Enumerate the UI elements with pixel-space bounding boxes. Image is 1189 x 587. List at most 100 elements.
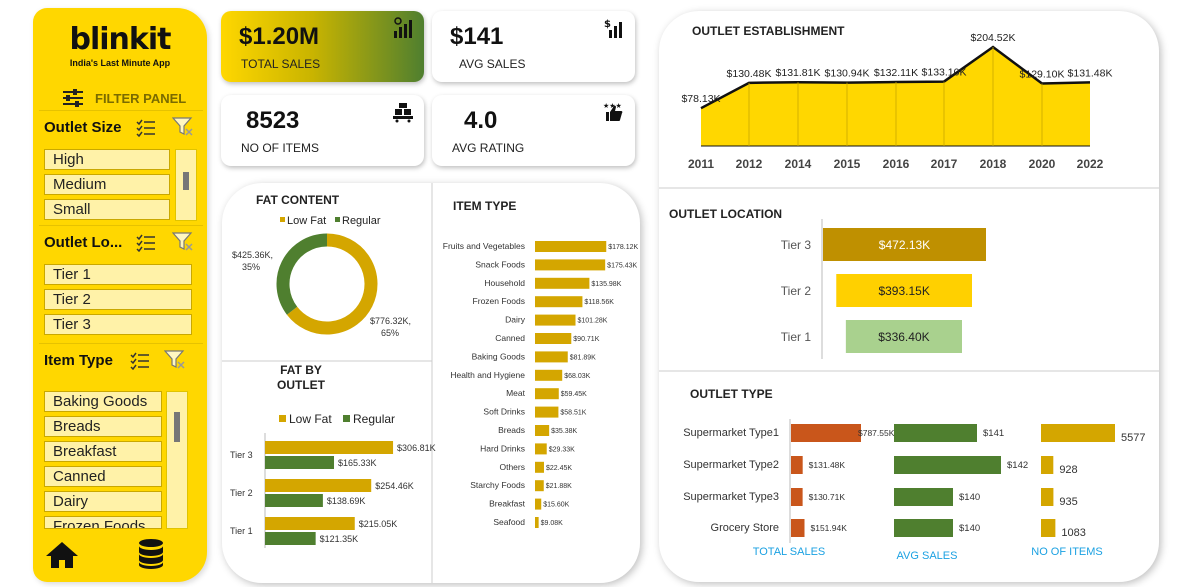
slicer-item-tier2[interactable]: Tier 2: [44, 289, 192, 310]
multi-select-icon[interactable]: [136, 119, 156, 137]
data-label: $130.48K: [727, 68, 772, 80]
category-label: Health and Hygiene: [450, 370, 525, 380]
scrollbar[interactable]: [175, 149, 197, 221]
kpi-value: 4.0: [464, 107, 498, 134]
row-label: Supermarket Type3: [683, 491, 779, 503]
bar-label: $90.71K: [573, 336, 599, 343]
category-label: Fruits and Vegetables: [443, 241, 525, 251]
x-tick-label: 2016: [883, 157, 910, 171]
bar-label: $81.89K: [570, 354, 596, 361]
category-label: Household: [484, 278, 525, 288]
scrollbar[interactable]: [166, 391, 188, 529]
slicer-item-baking-goods[interactable]: Baking Goods: [44, 391, 162, 412]
category-label: Tier 3: [781, 238, 812, 252]
slicer-item-dairy[interactable]: Dairy: [44, 491, 162, 512]
cell-bar: [791, 456, 803, 474]
cell-bar: [791, 424, 861, 442]
slicer-item-canned[interactable]: Canned: [44, 466, 162, 487]
bar-item-type: [535, 241, 607, 252]
legend-label-regular: Regular: [342, 215, 381, 227]
category-label: Canned: [495, 333, 525, 343]
cell-label: $140: [959, 492, 980, 503]
scrollbar-thumb[interactable]: [183, 172, 189, 190]
column-header: NO OF ITEMS: [1031, 546, 1103, 558]
bar-label: $35.38K: [551, 428, 577, 435]
bar-label: $175.43K: [607, 262, 637, 269]
kpi-label: NO OF ITEMS: [241, 141, 319, 155]
cell-label: 935: [1059, 496, 1077, 508]
data-label: $130.94K: [825, 68, 870, 80]
area-fill: [701, 47, 1090, 147]
bar-label-regular: $165.33K: [338, 458, 377, 468]
bar-label: $58.51K: [560, 410, 586, 417]
category-label: Hard Drinks: [480, 443, 525, 453]
kpi-total-sales: $1.20M TOTAL SALES: [221, 11, 424, 82]
row-label: Supermarket Type2: [683, 459, 779, 471]
bar-low-fat: [265, 517, 355, 530]
kpi-value: $141: [450, 23, 504, 50]
slicer-item-high[interactable]: High: [44, 149, 170, 170]
cell-bar: [1041, 456, 1054, 474]
brand-tagline: India's Last Minute App: [69, 58, 171, 68]
data-label: $132.11K: [874, 67, 918, 79]
slicer-item-medium[interactable]: Medium: [44, 174, 170, 195]
outlet-charts: 2011 $78.13K 2012 $130.48K 2014 $131.81K 2015 $…: [659, 32, 1159, 562]
slicer-item-tier1[interactable]: Tier 1: [44, 264, 192, 285]
category-label: Tier 2: [230, 488, 253, 498]
category-label: Baking Goods: [472, 351, 525, 361]
multi-select-icon[interactable]: [130, 352, 150, 370]
bar-chart-icon: [394, 17, 412, 38]
bar-label: $472.13K: [879, 238, 930, 252]
legend-swatch-low-fat: [280, 217, 285, 222]
slicer-item-breads[interactable]: Breads: [44, 416, 162, 437]
slicer-item-frozen-foods[interactable]: Frozen Foods: [44, 516, 162, 529]
bar-item-type: [535, 296, 583, 308]
cell-bar: [1041, 519, 1056, 537]
bar-item-type: [535, 461, 544, 473]
kpi-value: $1.20M: [239, 23, 320, 50]
filter-panel-label: FILTER PANEL: [95, 90, 187, 106]
home-icon[interactable]: [45, 540, 79, 570]
data-label: $131.81K: [776, 67, 821, 79]
bar-label-low-fat: $306.81K: [397, 443, 436, 453]
sidebar: blinkit India's Last Minute App FILTER P…: [33, 8, 207, 582]
slicer-item-breakfast[interactable]: Breakfast: [44, 441, 162, 462]
category-label: Meat: [506, 388, 526, 398]
clear-filter-icon[interactable]: [172, 232, 194, 252]
category-label: Others: [499, 462, 525, 472]
database-icon[interactable]: [138, 538, 164, 570]
bar-label: $178.12K: [608, 244, 638, 251]
category-label: Seafood: [493, 517, 525, 527]
data-label: $131.48K: [1068, 67, 1113, 79]
cell-label: 5577: [1121, 432, 1145, 444]
bar-label: $393.15K: [878, 284, 929, 298]
bar-label: $59.45K: [561, 391, 587, 398]
clear-filter-icon[interactable]: [164, 350, 186, 370]
kpi-label: TOTAL SALES: [241, 57, 321, 71]
clear-filter-icon[interactable]: [172, 117, 194, 137]
multi-select-icon[interactable]: [136, 234, 156, 252]
scrollbar-thumb[interactable]: [174, 412, 180, 442]
bar-item-type: [535, 406, 559, 418]
row-label: Grocery Store: [711, 522, 779, 534]
cell-bar: [894, 519, 953, 537]
boxes-icon: [393, 103, 413, 123]
cell-label: $140: [959, 523, 980, 534]
donut-label-low-fat: $776.32K,: [370, 316, 411, 326]
kpi-no-of-items: 8523 NO OF ITEMS: [221, 95, 424, 166]
kpi-avg-rating: 4.0 AVG RATING ★★★: [432, 95, 635, 166]
sliders-icon: [63, 89, 83, 107]
svg-text:$: $: [604, 19, 611, 30]
category-label: Tier 2: [781, 284, 812, 298]
bar-item-type: [535, 369, 563, 381]
bar-item-type: [535, 425, 550, 436]
bar-label-low-fat: $254.46K: [375, 481, 414, 491]
category-label: Soft Drinks: [483, 407, 525, 417]
cell-bar: [894, 488, 953, 506]
category-label: Tier 3: [230, 450, 253, 460]
bar-label: $68.03K: [564, 373, 590, 380]
x-tick-label: 2012: [736, 157, 763, 171]
data-label: $133.10K: [922, 67, 967, 79]
slicer-item-small[interactable]: Small: [44, 199, 170, 220]
slicer-item-tier3[interactable]: Tier 3: [44, 314, 192, 335]
